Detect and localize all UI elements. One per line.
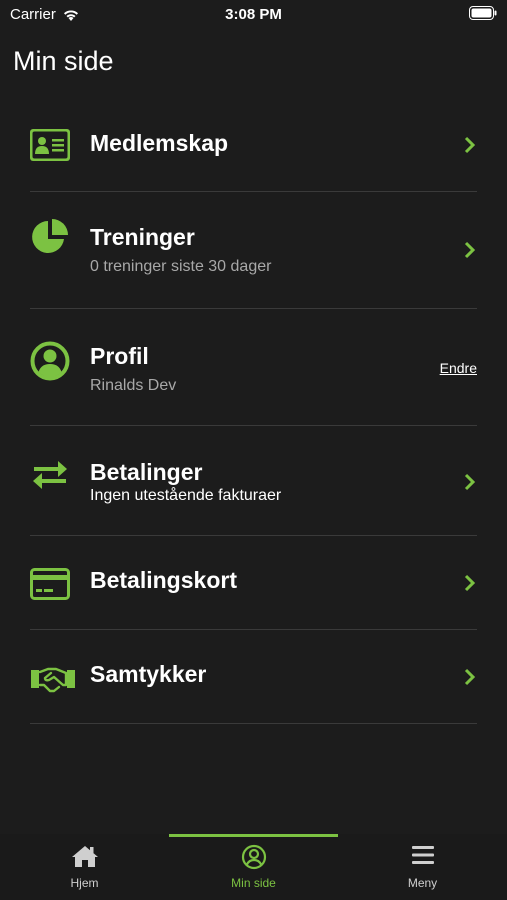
status-time: 3:08 PM	[225, 6, 282, 23]
menu-item-title: Samtykker	[90, 661, 207, 687]
handshake-icon	[30, 659, 76, 699]
menu-item-betalinger[interactable]: Betalinger Ingen utestående fakturaer	[0, 426, 507, 536]
status-bar: Carrier 3:08 PM	[0, 0, 507, 30]
tab-bar: Hjem Min side Meny	[0, 834, 507, 900]
page-title: Min side	[13, 46, 114, 76]
tab-label: Min side	[231, 876, 276, 890]
menu-item-treninger[interactable]: Treninger 0 treninger siste 30 dager	[0, 192, 507, 309]
tab-min-side[interactable]: Min side	[169, 834, 338, 900]
hamburger-menu-icon	[338, 844, 507, 870]
tab-label: Hjem	[70, 876, 99, 890]
chevron-right-icon	[464, 136, 476, 154]
home-icon	[0, 844, 169, 870]
menu-list: Medlemskap Treninger 0 treninger siste 3…	[0, 96, 507, 724]
menu-item-title: Treninger	[90, 224, 195, 250]
battery-icon	[469, 6, 497, 24]
chevron-right-icon	[464, 668, 476, 686]
membership-card-icon	[30, 125, 70, 165]
tab-label: Meny	[407, 876, 438, 890]
chevron-right-icon	[464, 574, 476, 592]
credit-card-icon	[30, 564, 70, 604]
menu-item-subtitle: Rinalds Dev	[90, 377, 177, 394]
tab-hjem[interactable]: Hjem	[0, 834, 169, 900]
edit-profile-link[interactable]: Endre	[440, 360, 477, 376]
tab-meny[interactable]: Meny	[338, 834, 507, 900]
user-circle-icon	[30, 341, 70, 381]
transfer-arrows-icon	[30, 454, 70, 494]
divider	[30, 723, 477, 724]
chevron-right-icon	[464, 473, 476, 491]
menu-item-medlemskap[interactable]: Medlemskap	[0, 96, 507, 192]
menu-item-betalingskort[interactable]: Betalingskort	[0, 536, 507, 630]
user-circle-icon	[169, 844, 338, 870]
menu-item-samtykker[interactable]: Samtykker	[0, 630, 507, 724]
menu-item-profil: Profil Rinalds Dev Endre	[0, 309, 507, 426]
chevron-right-icon	[464, 241, 476, 259]
menu-item-title: Betalinger	[90, 459, 203, 485]
pie-chart-icon	[30, 217, 70, 257]
menu-item-title: Medlemskap	[90, 130, 229, 156]
menu-item-title: Profil	[90, 343, 149, 369]
menu-item-title: Betalingskort	[90, 567, 237, 593]
menu-item-subtitle: 0 treninger siste 30 dager	[90, 258, 272, 275]
menu-item-subtitle: Ingen utestående fakturaer	[90, 487, 282, 504]
